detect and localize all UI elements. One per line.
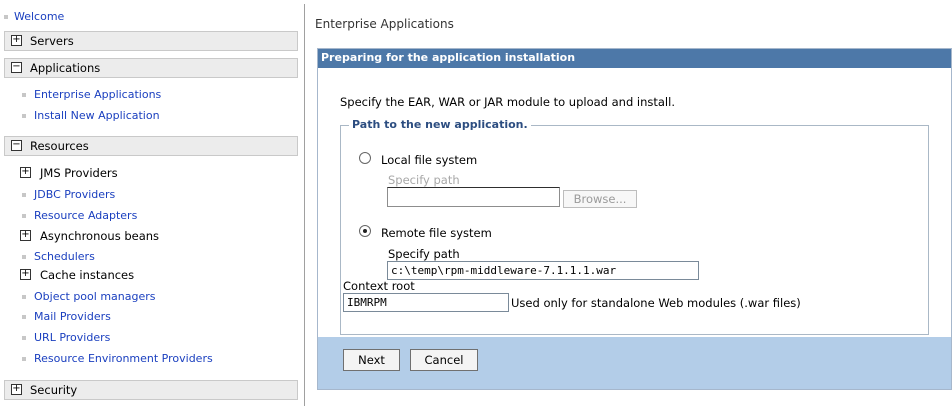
local-specify-path-label: Specify path: [388, 173, 460, 187]
nav-item-install-new-application[interactable]: Install New Application: [22, 109, 160, 122]
instruction-text: Specify the EAR, WAR or JAR module to up…: [340, 95, 675, 109]
nav-item-url-providers[interactable]: URL Providers: [22, 331, 110, 344]
nav-item-label: Asynchronous beans: [40, 229, 160, 243]
bullet-icon: [22, 295, 26, 299]
button-bar: Next Cancel: [318, 337, 951, 389]
nav-section-security[interactable]: + Security: [4, 380, 298, 400]
collapse-icon[interactable]: −: [11, 62, 22, 73]
welcome-link[interactable]: Welcome: [4, 10, 64, 23]
next-button[interactable]: Next: [343, 349, 400, 371]
local-path-input[interactable]: [387, 187, 560, 207]
nav-item-label: Object pool managers: [34, 290, 156, 303]
context-root-label: Context root: [343, 279, 415, 293]
nav-section-label: Servers: [30, 34, 74, 48]
bullet-icon: [22, 114, 26, 118]
cancel-button[interactable]: Cancel: [410, 349, 478, 371]
browse-button[interactable]: Browse...: [563, 190, 637, 208]
bullet-icon: [22, 193, 26, 197]
remote-path-input[interactable]: c:\temp\rpm-middleware-7.1.1.1.war: [387, 261, 699, 280]
welcome-label: Welcome: [14, 10, 65, 23]
nav-item-label: Schedulers: [34, 250, 95, 263]
nav-item-asynchronous-beans[interactable]: + Asynchronous beans: [20, 229, 159, 243]
nav-item-label: Mail Providers: [34, 310, 111, 323]
bullet-icon: [22, 315, 26, 319]
nav-item-resource-environment-providers[interactable]: Resource Environment Providers: [22, 352, 213, 365]
nav-section-resources[interactable]: − Resources: [4, 136, 298, 156]
panel-title: Preparing for the application installati…: [318, 49, 951, 68]
bullet-icon: [22, 255, 26, 259]
nav-item-mail-providers[interactable]: Mail Providers: [22, 310, 111, 323]
nav-item-label: Resource Environment Providers: [34, 352, 213, 365]
nav-item-label: JDBC Providers: [34, 188, 116, 201]
nav-item-label: URL Providers: [34, 331, 111, 344]
nav-section-servers[interactable]: + Servers: [4, 31, 298, 51]
local-file-system-radio[interactable]: [359, 152, 371, 164]
expand-icon[interactable]: +: [20, 230, 31, 241]
pane-divider[interactable]: [304, 4, 305, 406]
nav-item-resource-adapters[interactable]: Resource Adapters: [22, 209, 137, 222]
nav-item-label: Install New Application: [34, 109, 160, 122]
nav-item-enterprise-applications[interactable]: Enterprise Applications: [22, 88, 161, 101]
expand-icon[interactable]: +: [20, 269, 31, 280]
nav-item-label: Cache instances: [40, 268, 135, 282]
expand-icon[interactable]: +: [11, 384, 22, 395]
bullet-icon: [22, 357, 26, 361]
bullet-icon: [22, 214, 26, 218]
bullet-icon: [4, 15, 8, 19]
expand-icon[interactable]: +: [20, 167, 31, 178]
navigation-tree: Welcome + Servers − Applications Enterpris…: [0, 0, 302, 406]
expand-icon[interactable]: +: [11, 35, 22, 46]
nav-section-label: Resources: [30, 139, 89, 153]
bullet-icon: [22, 336, 26, 340]
nav-item-jms-providers[interactable]: + JMS Providers: [20, 166, 118, 180]
path-legend: Path to the new application.: [349, 118, 531, 131]
nav-item-cache-instances[interactable]: + Cache instances: [20, 268, 134, 282]
nav-item-label: JMS Providers: [40, 166, 118, 180]
context-root-input[interactable]: IBMRPM: [343, 293, 509, 312]
remote-file-system-radio[interactable]: [359, 225, 371, 237]
nav-item-object-pool-managers[interactable]: Object pool managers: [22, 290, 156, 303]
remote-specify-path-label: Specify path: [388, 247, 460, 261]
local-file-system-label: Local file system: [381, 153, 478, 167]
remote-file-system-label: Remote file system: [381, 226, 492, 240]
context-root-hint: Used only for standalone Web modules (.w…: [511, 296, 801, 310]
nav-item-jdbc-providers[interactable]: JDBC Providers: [22, 188, 115, 201]
install-panel: Preparing for the application installati…: [317, 48, 952, 390]
nav-section-label: Security: [30, 383, 78, 397]
bullet-icon: [22, 93, 26, 97]
nav-item-label: Enterprise Applications: [34, 88, 162, 101]
breadcrumb: Enterprise Applications: [315, 17, 454, 31]
nav-section-label: Applications: [30, 61, 101, 75]
collapse-icon[interactable]: −: [11, 140, 22, 151]
nav-item-label: Resource Adapters: [34, 209, 138, 222]
nav-section-applications[interactable]: − Applications: [4, 58, 298, 78]
nav-item-schedulers[interactable]: Schedulers: [22, 250, 95, 263]
